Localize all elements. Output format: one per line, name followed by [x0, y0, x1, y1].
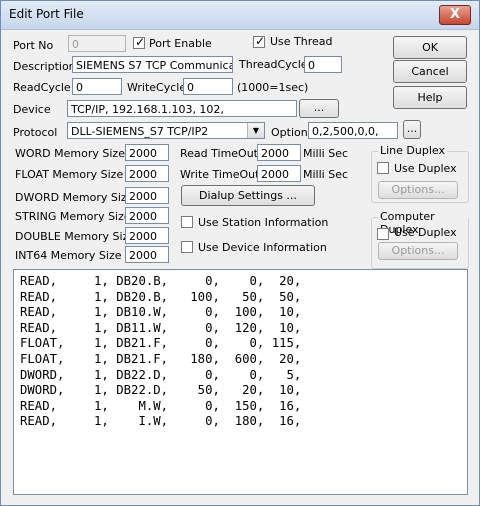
window-title: Edit Port File: [9, 7, 84, 21]
cancel-button[interactable]: Cancel: [393, 60, 467, 83]
memo-line: READ, 1, DB20.B, 0, 0, 20,: [20, 274, 302, 288]
float-memory-field[interactable]: 2000: [125, 165, 169, 182]
dialup-settings-button[interactable]: Dialup Settings ...: [181, 185, 315, 206]
line-duplex-check-label: Use Duplex: [394, 162, 457, 175]
device-browse-button[interactable]: ...: [299, 99, 339, 118]
read-timeout-label: Read TimeOut: [180, 147, 258, 160]
cycle-note: (1000=1sec): [237, 81, 309, 94]
read-cycle-field[interactable]: 0: [72, 78, 122, 95]
computer-duplex-options-button[interactable]: Options...: [378, 242, 458, 260]
option-label: Option: [271, 126, 308, 139]
use-thread-checkbox[interactable]: ✓: [253, 34, 266, 48]
device-field[interactable]: TCP/IP, 192.168.1.103, 102,: [67, 100, 297, 117]
memo-line: READ, 1, DB11.W, 0, 120, 10,: [20, 320, 302, 335]
read-cycle-label: ReadCycle: [13, 81, 71, 94]
write-timeout-label: Write TimeOut: [180, 168, 260, 181]
use-station-label: Use Station Information: [198, 216, 329, 229]
string-memory-field[interactable]: 2000: [125, 207, 169, 224]
use-thread-label: Use Thread: [270, 35, 333, 48]
port-enable-label: Port Enable: [149, 37, 212, 50]
line-duplex-group: Line Duplex Use Duplex Options...: [371, 144, 469, 203]
memo-line: READ, 1, M.W, 0, 150, 16,: [20, 398, 302, 413]
double-memory-field[interactable]: 2000: [125, 227, 169, 244]
help-button[interactable]: Help: [393, 86, 467, 109]
edit-port-dialog: Edit Port File X Port No 0 ✓ Port Enable…: [0, 0, 480, 506]
use-station-checkbox[interactable]: [181, 216, 193, 228]
float-memory-label: FLOAT Memory Size: [15, 168, 124, 181]
checkmark-icon: ✓: [134, 35, 146, 49]
protocol-value: DLL-SIEMENS_S7 TCP/IP2: [71, 125, 209, 138]
thread-cycle-field[interactable]: 0: [304, 56, 342, 73]
protocol-label: Protocol: [13, 126, 58, 139]
chevron-down-icon[interactable]: ▼: [247, 123, 264, 138]
computer-duplex-group: Computer Duplex Use Duplex Options...: [371, 210, 469, 269]
checkmark-icon: ✓: [254, 34, 266, 48]
memo-line: READ, 1, DB10.W, 0, 100, 10,: [20, 305, 302, 320]
device-label: Device: [13, 103, 51, 116]
double-memory-label: DOUBLE Memory Size: [15, 230, 136, 243]
word-memory-field[interactable]: 2000: [125, 144, 169, 161]
ok-button[interactable]: OK: [393, 36, 467, 59]
port-enable-checkbox[interactable]: ✓: [133, 35, 146, 49]
use-device-checkbox[interactable]: [181, 241, 193, 253]
memo-line: FLOAT, 1, DB21.F, 180, 600, 20,: [20, 351, 302, 366]
memo-line: DWORD, 1, DB22.D, 0, 0, 5,: [20, 367, 302, 382]
int64-memory-field[interactable]: 2000: [125, 246, 169, 263]
computer-duplex-checkbox[interactable]: [377, 228, 389, 240]
description-field[interactable]: SIEMENS S7 TCP Communication: [72, 56, 233, 73]
thread-cycle-label: ThreadCycle: [239, 58, 308, 71]
word-memory-label: WORD Memory Size: [15, 147, 125, 160]
string-memory-label: STRING Memory Size: [15, 210, 131, 223]
int64-memory-label: INT64 Memory Size: [15, 249, 122, 262]
protocol-select[interactable]: DLL-SIEMENS_S7 TCP/IP2 ▼: [67, 122, 265, 139]
write-cycle-label: WriteCycle: [127, 81, 187, 94]
memo-line: DWORD, 1, DB22.D, 50, 20, 10,: [20, 383, 302, 398]
description-label: Description: [13, 60, 76, 73]
option-field[interactable]: 0,2,500,0,0,: [308, 122, 398, 139]
write-timeout-unit: Milli Sec: [303, 168, 349, 181]
line-duplex-title: Line Duplex: [378, 144, 447, 157]
read-timeout-unit: Milli Sec: [303, 147, 349, 160]
write-cycle-field[interactable]: 0: [183, 78, 233, 95]
close-button[interactable]: X: [439, 5, 471, 25]
computer-duplex-check-label: Use Duplex: [394, 226, 457, 239]
memo-lines: READ, 1, DB20.B, 0, 0, 20, READ, 1, DB20…: [14, 270, 467, 430]
memo-line: FLOAT, 1, DB21.F, 0, 0, 115,: [20, 336, 302, 351]
memo-line: READ, 1, DB20.B, 100, 50, 50,: [20, 289, 302, 304]
port-no-field: 0: [68, 35, 126, 52]
use-device-label: Use Device Information: [198, 241, 327, 254]
dword-memory-label: DWORD Memory Size: [15, 191, 134, 204]
port-no-label: Port No: [13, 39, 54, 52]
line-duplex-options-button[interactable]: Options...: [378, 181, 458, 199]
memo-line: READ, 1, I.W, 0, 180, 16,: [20, 414, 302, 429]
option-browse-button[interactable]: ...: [403, 120, 421, 139]
config-memo[interactable]: READ, 1, DB20.B, 0, 0, 20, READ, 1, DB20…: [13, 269, 468, 495]
dword-memory-field[interactable]: 2000: [125, 187, 169, 204]
line-duplex-checkbox[interactable]: [377, 162, 389, 174]
write-timeout-field[interactable]: 2000: [257, 165, 301, 182]
title-bar: Edit Port File X: [1, 1, 479, 30]
read-timeout-field[interactable]: 2000: [257, 144, 301, 161]
